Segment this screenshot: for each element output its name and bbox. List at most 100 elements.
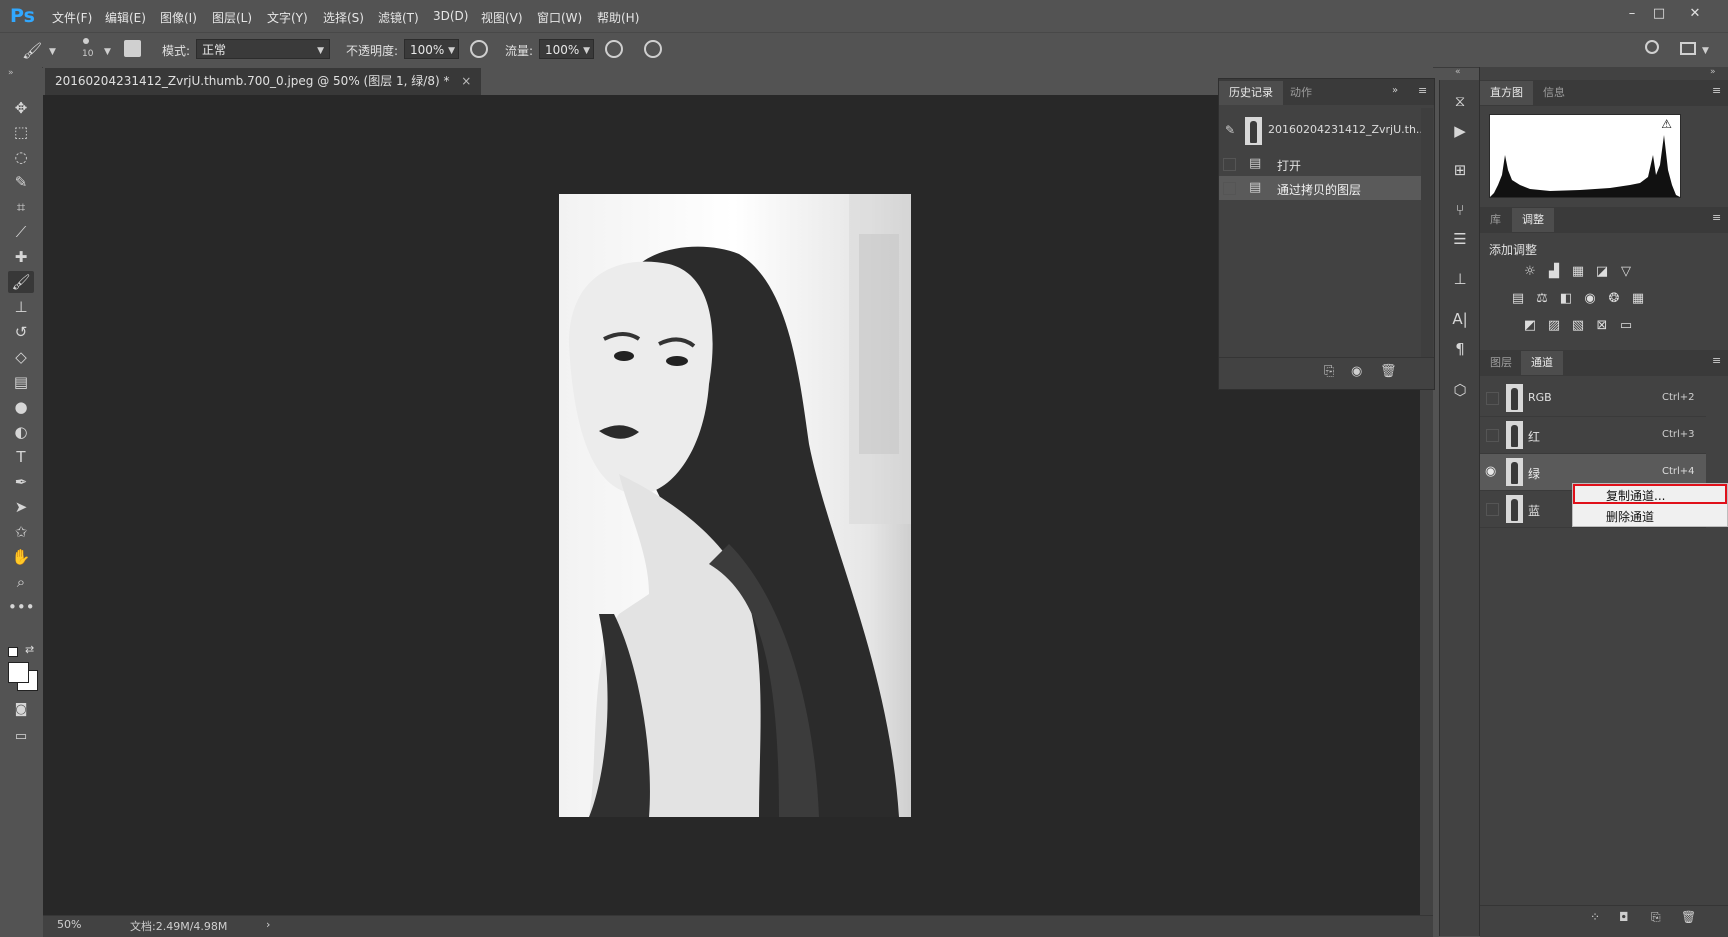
load-selection-icon[interactable]: ⁘ <box>1590 910 1600 924</box>
brush-tool-icon[interactable]: 🖌 <box>8 271 34 293</box>
move-tool-icon[interactable]: ✥ <box>8 97 34 119</box>
close-tab-icon[interactable]: × <box>461 74 471 88</box>
color-lookup-icon[interactable]: ▦ <box>1630 291 1646 307</box>
brush-settings-icon[interactable]: ⑂ <box>1447 197 1473 223</box>
properties-icon[interactable]: ⊞ <box>1447 157 1473 183</box>
airbrush-icon[interactable] <box>605 40 623 58</box>
actions-play-icon[interactable]: ▶ <box>1447 118 1473 144</box>
menu-image[interactable]: 图像(I) <box>160 9 197 26</box>
more-tools-icon[interactable]: ••• <box>8 596 35 618</box>
threshold-icon[interactable]: ▧ <box>1570 318 1586 334</box>
panel-menu-icon[interactable]: ≡ <box>1712 84 1721 97</box>
tab-history[interactable]: 历史记录 <box>1219 81 1283 105</box>
brush-panel-toggle-icon[interactable] <box>124 40 141 57</box>
menu-file[interactable]: 文件(F) <box>52 9 92 26</box>
close-window-button[interactable]: ✕ <box>1681 3 1709 25</box>
tab-histogram[interactable]: 直方图 <box>1480 81 1533 105</box>
vibrance-icon[interactable]: ▽ <box>1618 264 1634 280</box>
tab-libraries[interactable]: 库 <box>1480 208 1511 232</box>
menu-edit[interactable]: 编辑(E) <box>105 9 146 26</box>
expand-dock-icon[interactable]: » <box>1710 67 1716 77</box>
pressure-size-icon[interactable] <box>644 40 662 58</box>
brush-tool-preset-icon[interactable]: 🖌 <box>22 41 44 61</box>
hue-saturation-icon[interactable]: ▤ <box>1510 291 1526 307</box>
history-snapshot[interactable]: ✎ 20160204231412_ZvrjU.th... <box>1219 113 1426 149</box>
collapse-arrows-icon[interactable]: « <box>1455 67 1461 77</box>
invert-icon[interactable]: ◩ <box>1522 318 1538 334</box>
exposure-icon[interactable]: ◪ <box>1594 264 1610 280</box>
history-item-selected[interactable]: ▤ 通过拷贝的图层 <box>1219 176 1421 200</box>
chevron-down-icon[interactable]: ▼ <box>104 47 111 57</box>
menu-select[interactable]: 选择(S) <box>323 9 364 26</box>
crop-tool-icon[interactable]: ⌗ <box>8 196 34 218</box>
trash-icon[interactable]: 🗑 <box>1380 364 1397 379</box>
clone-source-icon[interactable]: ⊥ <box>1447 266 1473 292</box>
camera-icon[interactable]: ◉ <box>1351 364 1362 379</box>
photo-filter-icon[interactable]: ◉ <box>1582 291 1598 307</box>
brush-dot-icon[interactable] <box>83 38 89 44</box>
pressure-opacity-icon[interactable] <box>470 40 488 58</box>
save-selection-icon[interactable]: ◘ <box>1619 910 1629 924</box>
eye-icon[interactable]: ◉ <box>1485 464 1496 479</box>
collapse-panel-icon[interactable]: » <box>1392 85 1398 96</box>
dodge-tool-icon[interactable]: ◐ <box>8 421 34 443</box>
menu-type[interactable]: 文字(Y) <box>267 9 308 26</box>
history-source-checkbox[interactable] <box>1223 158 1236 171</box>
photo-image[interactable] <box>559 194 911 817</box>
color-balance-icon[interactable]: ⚖ <box>1534 291 1550 307</box>
levels-icon[interactable]: ▟ <box>1546 264 1562 280</box>
tab-actions[interactable]: 动作 <box>1280 81 1322 105</box>
zoom-level[interactable]: 50% <box>57 918 81 931</box>
new-channel-icon[interactable]: ⎘ <box>1651 910 1661 925</box>
menu-window[interactable]: 窗口(W) <box>537 9 582 26</box>
mode-select[interactable]: 正常 ▼ <box>196 39 330 59</box>
collapse-arrows-icon[interactable]: » <box>8 68 14 78</box>
history-item[interactable]: ▤ 打开 <box>1219 152 1421 176</box>
channel-row-red[interactable]: 红 Ctrl+3 <box>1480 417 1706 454</box>
tab-adjustments[interactable]: 调整 <box>1512 208 1554 232</box>
brightness-icon[interactable]: ☼ <box>1522 264 1538 280</box>
flow-input[interactable]: 100% ▼ <box>539 39 594 59</box>
workspace-icon[interactable] <box>1680 42 1696 55</box>
3d-cube-icon[interactable]: ⬡ <box>1447 377 1473 403</box>
maximize-button[interactable]: □ <box>1645 3 1673 25</box>
foreground-color-swatch[interactable] <box>8 662 29 683</box>
tab-info[interactable]: 信息 <box>1533 81 1575 105</box>
history-brush-tool-icon[interactable]: ↺ <box>8 321 34 343</box>
quick-select-tool-icon[interactable]: ✎ <box>8 171 34 193</box>
panel-menu-icon[interactable]: ≡ <box>1712 354 1721 367</box>
default-colors-icon[interactable] <box>8 647 18 657</box>
history-panel-icon[interactable]: ⧖ <box>1447 88 1473 114</box>
channel-mixer-icon[interactable]: ❂ <box>1606 291 1622 307</box>
marquee-tool-icon[interactable]: ⬚ <box>8 121 34 143</box>
menu-3d[interactable]: 3D(D) <box>433 9 468 23</box>
menu-view[interactable]: 视图(V) <box>481 9 523 26</box>
menu-filter[interactable]: 滤镜(T) <box>378 9 419 26</box>
eyedropper-tool-icon[interactable]: ⟋ <box>8 221 34 243</box>
menu-item-delete-channel[interactable]: 删除通道 <box>1606 508 1654 525</box>
opacity-input[interactable]: 100% ▼ <box>404 39 459 59</box>
search-icon[interactable] <box>1645 40 1659 54</box>
pen-tool-icon[interactable]: ✒ <box>8 471 34 493</box>
gradient-map-icon[interactable]: ▭ <box>1618 318 1634 334</box>
type-tool-icon[interactable]: T <box>8 446 34 468</box>
panel-menu-icon[interactable]: ≡ <box>1712 211 1721 224</box>
lasso-tool-icon[interactable]: ◌ <box>8 146 34 168</box>
history-scrollbar[interactable] <box>1421 108 1433 358</box>
status-menu-arrow-icon[interactable]: › <box>266 918 270 931</box>
menu-help[interactable]: 帮助(H) <box>597 9 639 26</box>
gradient-tool-icon[interactable]: ▤ <box>8 371 34 393</box>
visibility-toggle[interactable] <box>1486 429 1499 442</box>
minimize-button[interactable]: – <box>1618 3 1646 25</box>
adjustments-sliders-icon[interactable]: ☰ <box>1447 226 1473 252</box>
tab-layers[interactable]: 图层 <box>1480 351 1522 375</box>
cached-data-warning-icon[interactable]: ⚠ <box>1661 117 1672 131</box>
black-white-icon[interactable]: ◧ <box>1558 291 1574 307</box>
healing-brush-tool-icon[interactable]: ✚ <box>8 246 34 268</box>
history-source-checkbox[interactable] <box>1223 182 1236 195</box>
path-select-tool-icon[interactable]: ➤ <box>8 496 34 518</box>
chevron-down-icon[interactable]: ▼ <box>1702 46 1709 56</box>
screen-mode-icon[interactable]: ▭ <box>8 726 34 748</box>
clone-stamp-tool-icon[interactable]: ⊥ <box>8 296 34 318</box>
visibility-toggle[interactable] <box>1486 503 1499 516</box>
